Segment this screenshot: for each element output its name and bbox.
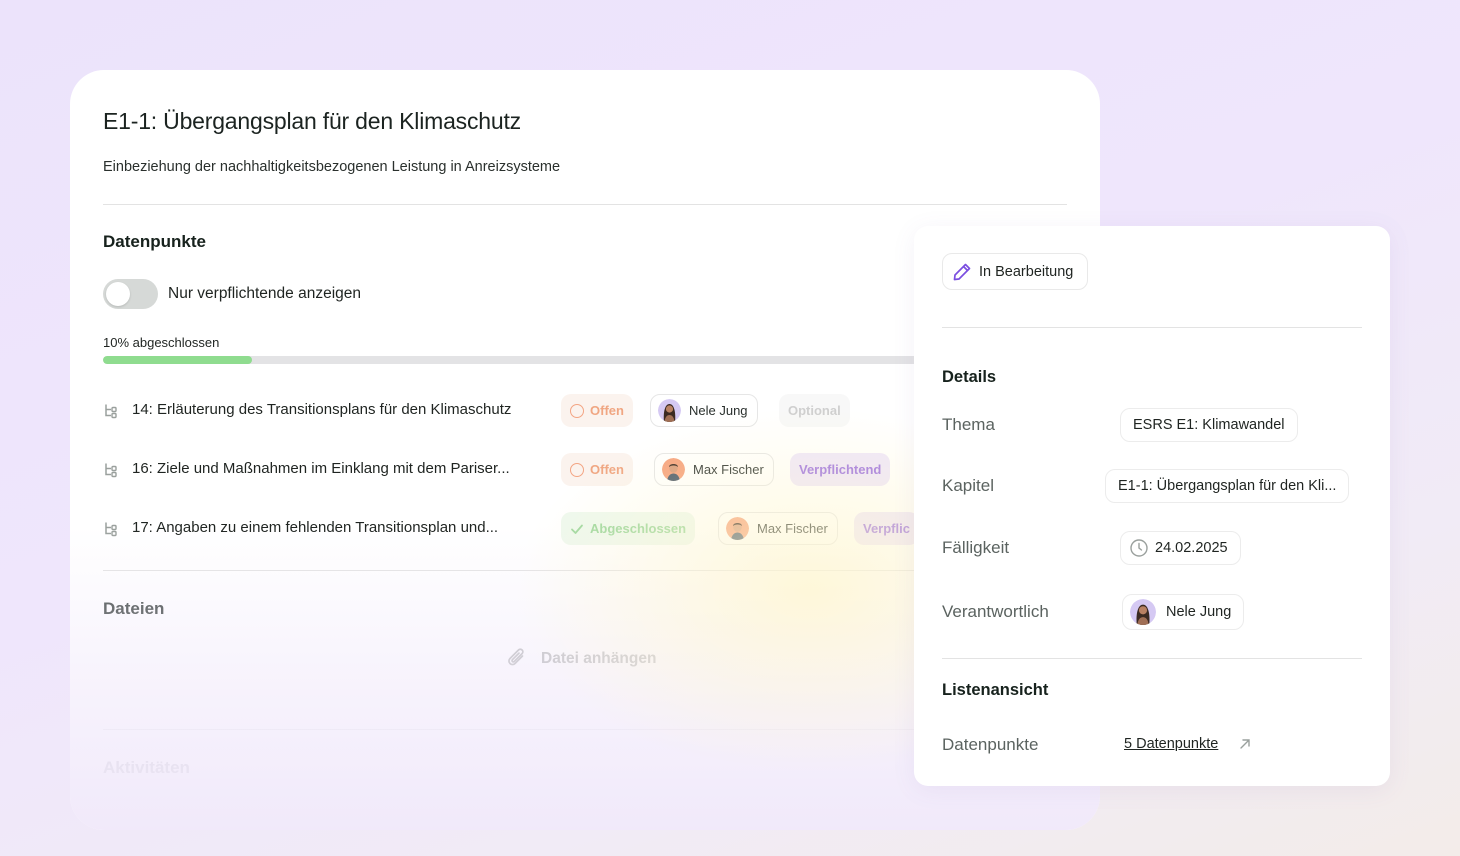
- mandatory-only-toggle[interactable]: [103, 279, 158, 309]
- kapitel-value: E1-1: Übergangsplan für den Kli...: [1105, 469, 1350, 503]
- kapitel-label: Kapitel: [942, 476, 994, 495]
- open-status-icon: [570, 462, 584, 477]
- toggle-label: Nur verpflichtende anzeigen: [168, 285, 362, 302]
- toggle-knob: [106, 282, 130, 306]
- details-panel: In Bearbeitung Details Thema ESRS E1: Kl…: [914, 226, 1390, 786]
- subtree-icon: [105, 522, 117, 537]
- divider: [942, 327, 1362, 328]
- datapoints-link[interactable]: 5 Datenpunkte: [1124, 736, 1218, 752]
- clock-icon: [1130, 539, 1148, 557]
- status-label: In Bearbeitung: [979, 263, 1074, 280]
- assignee-name: Max Fischer: [757, 521, 828, 536]
- subtree-icon: [105, 463, 117, 478]
- attach-file-label: Datei anhängen: [541, 650, 657, 667]
- divider: [103, 204, 1067, 205]
- verantwortlich-label: Verantwortlich: [942, 602, 1049, 621]
- avatar: [658, 399, 681, 422]
- check-icon: [571, 524, 583, 534]
- paperclip-icon: [508, 648, 524, 666]
- activities-section-title: Aktivitäten: [103, 758, 190, 777]
- open-status-icon: [570, 403, 584, 418]
- details-title: Details: [942, 368, 997, 386]
- requirement-badge: Verpflic: [854, 512, 919, 545]
- assignee-chip[interactable]: Max Fischer: [654, 453, 774, 486]
- progress-bar-fill: [103, 356, 253, 364]
- status-label: Offen: [590, 403, 624, 418]
- thema-label: Thema: [942, 415, 995, 434]
- arrow-up-right-icon[interactable]: [1237, 736, 1253, 752]
- datapoint-title: 17: Angaben zu einem fehlenden Transitio…: [132, 519, 499, 536]
- status-label: Abgeschlossen: [590, 521, 687, 536]
- divider: [942, 658, 1362, 659]
- thema-value: ESRS E1: Klimawandel: [1120, 408, 1298, 442]
- status-label: Offen: [590, 462, 624, 477]
- responsible-name: Nele Jung: [1166, 604, 1232, 620]
- responsible-chip[interactable]: Nele Jung: [1122, 594, 1245, 630]
- page-title: E1-1: Übergangsplan für den Klimaschutz: [103, 108, 521, 134]
- datapoint-row[interactable]: 17: Angaben zu einem fehlenden Transitio…: [103, 512, 1003, 546]
- datapoints-label: Datenpunkte: [942, 735, 1039, 754]
- subtree-icon: [105, 404, 117, 419]
- datapoint-title: 14: Erläuterung des Transitionsplans für…: [132, 401, 512, 418]
- requirement-badge: Verpflichtend: [790, 453, 891, 486]
- avatar: [726, 517, 749, 540]
- datapoints-section-title: Datenpunkte: [103, 232, 206, 251]
- datapoint-title: 16: Ziele und Maßnahmen im Einklang mit …: [132, 460, 510, 477]
- status-badge[interactable]: Offen: [561, 394, 633, 427]
- due-date-field[interactable]: 24.02.2025: [1120, 531, 1241, 565]
- requirement-badge: Optional: [779, 394, 850, 427]
- faelligkeit-label: Fälligkeit: [942, 538, 1010, 557]
- due-date-value: 24.02.2025: [1155, 540, 1228, 556]
- status-badge[interactable]: Abgeschlossen: [561, 512, 696, 545]
- datapoint-row[interactable]: 16: Ziele und Maßnahmen im Einklang mit …: [103, 453, 1003, 487]
- avatar: [1130, 599, 1156, 625]
- avatar: [662, 458, 685, 481]
- assignee-name: Nele Jung: [689, 403, 748, 418]
- pencil-icon: [953, 263, 971, 280]
- attach-file-button[interactable]: Datei anhängen: [503, 645, 656, 673]
- page-subtitle: Einbeziehung der nachhaltigkeitsbezogene…: [103, 159, 561, 175]
- assignee-name: Max Fischer: [693, 462, 764, 477]
- files-section-title: Dateien: [103, 599, 165, 618]
- datapoint-row[interactable]: 14: Erläuterung des Transitionsplans für…: [103, 394, 1003, 428]
- list-view-title: Listenansicht: [942, 681, 1049, 699]
- progress-label: 10% abgeschlossen: [103, 335, 220, 350]
- assignee-chip[interactable]: Nele Jung: [650, 394, 758, 427]
- assignee-chip[interactable]: Max Fischer: [718, 512, 838, 545]
- status-dropdown[interactable]: In Bearbeitung: [942, 253, 1089, 290]
- status-badge[interactable]: Offen: [561, 453, 633, 486]
